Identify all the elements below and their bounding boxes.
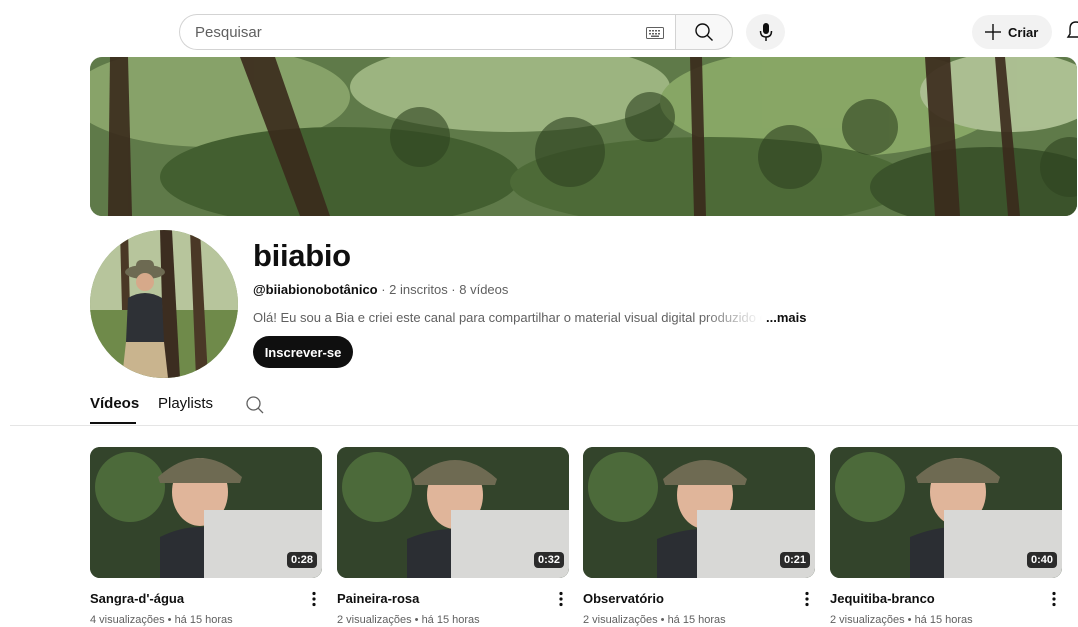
channel-stats: · 2 inscritos · 8 vídeos bbox=[377, 282, 509, 297]
video-duration: 0:28 bbox=[286, 552, 317, 568]
video-thumbnail[interactable]: 0:28 bbox=[90, 447, 322, 578]
video-card[interactable]: 0:32 Paineira-rosa 2 visualizações • há … bbox=[337, 447, 569, 626]
microphone-icon bbox=[759, 23, 772, 41]
video-card[interactable]: 0:28 Sangra-d'-água 4 visualizações • há… bbox=[90, 447, 322, 626]
create-button[interactable]: Criar bbox=[972, 15, 1052, 49]
tabs-divider bbox=[10, 425, 1078, 426]
video-duration: 0:32 bbox=[533, 552, 564, 568]
search-placeholder: Pesquisar bbox=[195, 23, 262, 41]
video-age: há 15 horas bbox=[667, 614, 726, 626]
video-title[interactable]: Observatório bbox=[583, 591, 664, 606]
channel-meta: @biiabionobotânico · 2 inscritos · 8 víd… bbox=[253, 282, 508, 297]
more-actions-icon[interactable] bbox=[310, 591, 318, 607]
voice-search-button[interactable] bbox=[746, 14, 785, 50]
video-thumbnail[interactable]: 0:32 bbox=[337, 447, 569, 578]
channel-handle: @biiabionobotânico bbox=[253, 282, 378, 297]
more-actions-icon[interactable] bbox=[1050, 591, 1058, 607]
video-views: 4 visualizações bbox=[90, 614, 165, 626]
video-meta: 2 visualizações • há 15 horas bbox=[337, 614, 480, 626]
description-text: Olá! Eu sou a Bia e criei este canal par… bbox=[253, 310, 762, 325]
more-actions-icon[interactable] bbox=[803, 591, 811, 607]
video-duration: 0:40 bbox=[1026, 552, 1057, 568]
video-thumbnail[interactable]: 0:21 bbox=[583, 447, 815, 578]
create-label: Criar bbox=[1008, 24, 1039, 40]
video-meta: 4 visualizações • há 15 horas bbox=[90, 614, 233, 626]
channel-avatar bbox=[90, 230, 238, 378]
tab-videos[interactable]: Vídeos bbox=[90, 395, 139, 412]
video-age: há 15 horas bbox=[421, 614, 480, 626]
search-input[interactable]: Pesquisar bbox=[179, 14, 675, 50]
video-duration: 0:21 bbox=[779, 552, 810, 568]
video-card[interactable]: 0:21 Observatório 2 visualizações • há 1… bbox=[583, 447, 815, 626]
channel-name: biiabio bbox=[253, 238, 351, 273]
plus-icon bbox=[985, 24, 1001, 40]
channel-search-icon[interactable] bbox=[245, 395, 265, 420]
video-card[interactable]: 0:40 Jequitiba-branco 2 visualizações • … bbox=[830, 447, 1062, 626]
channel-description[interactable]: Olá! Eu sou a Bia e criei este canal par… bbox=[253, 310, 806, 325]
active-tab-indicator bbox=[90, 422, 136, 424]
channel-banner bbox=[90, 57, 1077, 216]
video-meta: 2 visualizações • há 15 horas bbox=[830, 614, 973, 626]
video-thumbnail[interactable]: 0:40 bbox=[830, 447, 1062, 578]
video-views: 2 visualizações bbox=[337, 614, 412, 626]
video-title[interactable]: Sangra-d'-água bbox=[90, 591, 184, 606]
search-button[interactable] bbox=[675, 14, 733, 50]
video-meta: 2 visualizações • há 15 horas bbox=[583, 614, 726, 626]
notifications-bell-icon[interactable] bbox=[1066, 20, 1078, 42]
search-icon bbox=[695, 23, 713, 41]
video-title[interactable]: Paineira-rosa bbox=[337, 591, 419, 606]
tab-playlists[interactable]: Playlists bbox=[158, 395, 213, 412]
video-age: há 15 horas bbox=[174, 614, 233, 626]
video-age: há 15 horas bbox=[914, 614, 973, 626]
more-actions-icon[interactable] bbox=[557, 591, 565, 607]
video-views: 2 visualizações bbox=[583, 614, 658, 626]
more-link[interactable]: ...mais bbox=[766, 310, 806, 325]
video-title[interactable]: Jequitiba-branco bbox=[830, 591, 935, 606]
video-views: 2 visualizações bbox=[830, 614, 905, 626]
subscribe-button[interactable]: Inscrever-se bbox=[253, 336, 353, 368]
keyboard-icon[interactable] bbox=[646, 26, 664, 39]
